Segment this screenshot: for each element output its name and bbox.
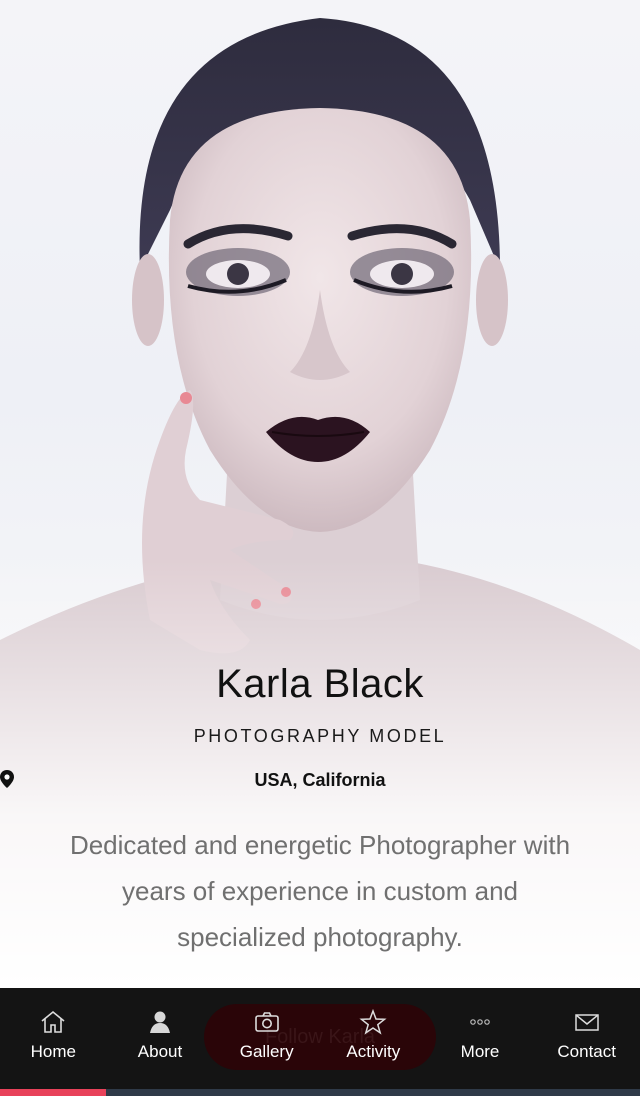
nav-item-about[interactable]: About [107, 988, 214, 1088]
home-icon [41, 1010, 65, 1033]
user-icon [150, 1011, 170, 1033]
location-text: USA, California [254, 770, 386, 790]
profile-name: Karla Black [216, 662, 424, 706]
profile-location: USA, California [0, 770, 640, 791]
hero-photo: Karla Black PHOTOGRAPHY MODEL USA, Calif… [0, 0, 640, 988]
envelope-icon [574, 1014, 599, 1031]
location-pin-icon [0, 770, 14, 788]
bottom-navigation: Follow Karla Home About Gallery Activity… [0, 988, 640, 1096]
scroll-progress-fill [0, 1089, 106, 1096]
nav-label-home: Home [30, 1042, 77, 1061]
nav-label-activity: Activity [346, 1042, 401, 1061]
scroll-progress-bar [0, 1089, 640, 1096]
camera-icon [254, 1012, 279, 1032]
nav-label-gallery: Gallery [239, 1042, 294, 1061]
profile-role: PHOTOGRAPHY MODEL [193, 726, 447, 746]
nav-item-home[interactable]: Home [0, 988, 107, 1088]
nav-item-gallery[interactable]: Gallery [213, 988, 320, 1088]
nav-item-contact[interactable]: Contact [533, 988, 640, 1088]
nav-label-contact: Contact [557, 1042, 616, 1061]
nav-label-about: About [137, 1042, 183, 1061]
nav-item-activity[interactable]: Activity [320, 988, 427, 1088]
profile-bio: Dedicated and energetic Photographer wit… [69, 830, 571, 952]
more-dots-icon [470, 1019, 490, 1025]
nav-item-more[interactable]: More [427, 988, 534, 1088]
nav-label-more: More [460, 1042, 500, 1061]
star-icon [359, 1008, 387, 1035]
